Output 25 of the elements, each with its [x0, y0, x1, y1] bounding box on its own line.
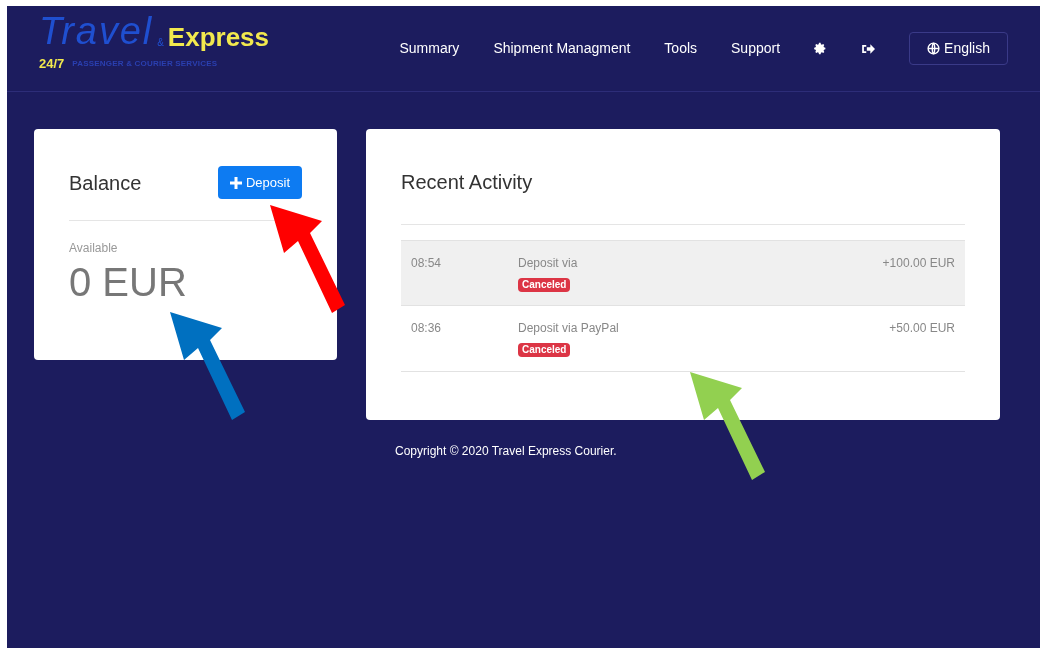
logout-icon[interactable] — [861, 42, 876, 55]
deposit-button[interactable]: Deposit — [217, 166, 302, 199]
card-title: Recent Activity — [401, 167, 965, 225]
activity-time: 08:54 — [411, 255, 443, 272]
activity-amount: +50.00 EUR — [889, 320, 955, 337]
activity-description: Deposit via — [518, 255, 578, 272]
status-badge: Canceled — [518, 343, 571, 357]
settings-icon[interactable] — [814, 42, 828, 55]
activity-description: Deposit via PayPal — [518, 320, 619, 337]
available-label: Available — [69, 240, 119, 257]
activity-time: 08:36 — [411, 320, 443, 337]
nav-link[interactable]: Support — [731, 38, 781, 59]
plus-icon — [229, 176, 242, 189]
copyright-text: Copyright © 2020 Travel Express Courier. — [395, 443, 618, 460]
nav-link[interactable]: Summary — [399, 38, 460, 59]
activity-row[interactable]: 08:54 Deposit via Canceled +100.00 EUR — [401, 240, 965, 306]
activity-amount: +100.00 EUR — [882, 255, 955, 272]
nav-link[interactable]: Shipment Managment — [493, 38, 631, 59]
card-title: Balance — [69, 170, 142, 196]
balance-amount: 0 EUR — [69, 259, 188, 306]
nav-link[interactable]: Tools — [664, 38, 698, 59]
language-button[interactable]: English — [909, 32, 1008, 65]
status-badge: Canceled — [518, 278, 571, 292]
globe-icon — [927, 42, 941, 55]
logo[interactable]: Travel&Express 24/7 PASSENGER & COURIER SERVICES — [39, 11, 309, 74]
